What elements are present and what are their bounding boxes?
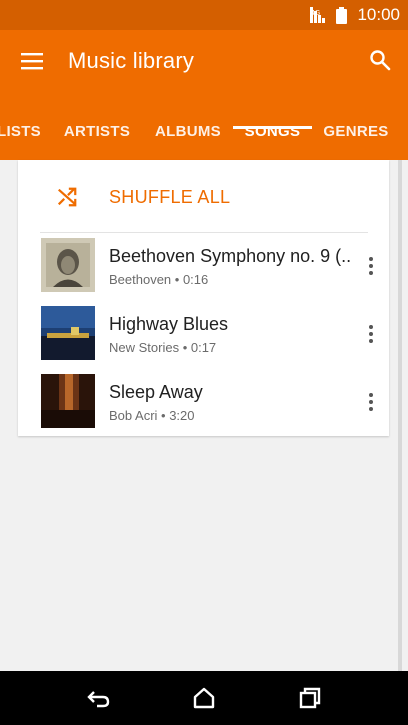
tab-artists[interactable]: ARTISTS: [60, 104, 134, 160]
song-title: Beethoven Symphony no. 9 (..: [109, 246, 352, 266]
scrollbar[interactable]: [398, 160, 402, 671]
svg-text:4G: 4G: [311, 10, 320, 17]
song-row[interactable]: Sleep Away Bob Acri • 3:20: [18, 364, 389, 432]
navigation-bar: [0, 671, 408, 725]
status-bar: 4G 10:00: [0, 0, 408, 30]
more-options-icon[interactable]: [367, 256, 375, 276]
recents-icon[interactable]: [297, 685, 323, 711]
more-options-icon[interactable]: [367, 324, 375, 344]
home-icon[interactable]: [191, 685, 217, 711]
song-title: Highway Blues: [109, 314, 229, 334]
songs-card: SHUFFLE ALL Beethoven Symphony no. 9 (..…: [18, 160, 389, 436]
song-subtitle: Bob Acri • 3:20: [109, 408, 195, 423]
more-options-icon[interactable]: [367, 392, 375, 412]
tab-bar: LISTS ARTISTS ALBUMS SONGS GENRES: [0, 104, 408, 160]
song-subtitle: Beethoven • 0:16: [109, 272, 209, 287]
shuffle-icon: [57, 187, 77, 207]
signal-icon: 4G: [310, 7, 326, 23]
song-subtitle: New Stories • 0:17: [109, 340, 217, 355]
app-bar: Music library LISTS ARTISTS ALBUMS SONGS…: [0, 30, 408, 160]
album-art: [41, 306, 95, 360]
status-time: 10:00: [357, 5, 400, 24]
tab-albums[interactable]: ALBUMS: [152, 104, 224, 160]
tab-genres[interactable]: GENRES: [322, 104, 390, 160]
shuffle-all-button[interactable]: SHUFFLE ALL: [18, 160, 389, 232]
tab-songs[interactable]: SONGS: [233, 104, 312, 160]
menu-icon[interactable]: [20, 51, 44, 71]
tab-playlists[interactable]: LISTS: [0, 104, 42, 160]
song-row[interactable]: Highway Blues New Stories • 0:17: [18, 296, 389, 364]
search-icon[interactable]: [368, 48, 392, 72]
shuffle-all-label: SHUFFLE ALL: [109, 187, 231, 207]
back-icon[interactable]: [86, 685, 112, 711]
album-art: [41, 238, 95, 292]
song-row[interactable]: Beethoven Symphony no. 9 (.. Beethoven •…: [18, 228, 389, 296]
battery-icon: [336, 6, 348, 24]
tab-indicator: [233, 126, 312, 129]
album-art: [41, 374, 95, 428]
page-title: Music library: [68, 48, 195, 73]
song-title: Sleep Away: [109, 382, 203, 402]
